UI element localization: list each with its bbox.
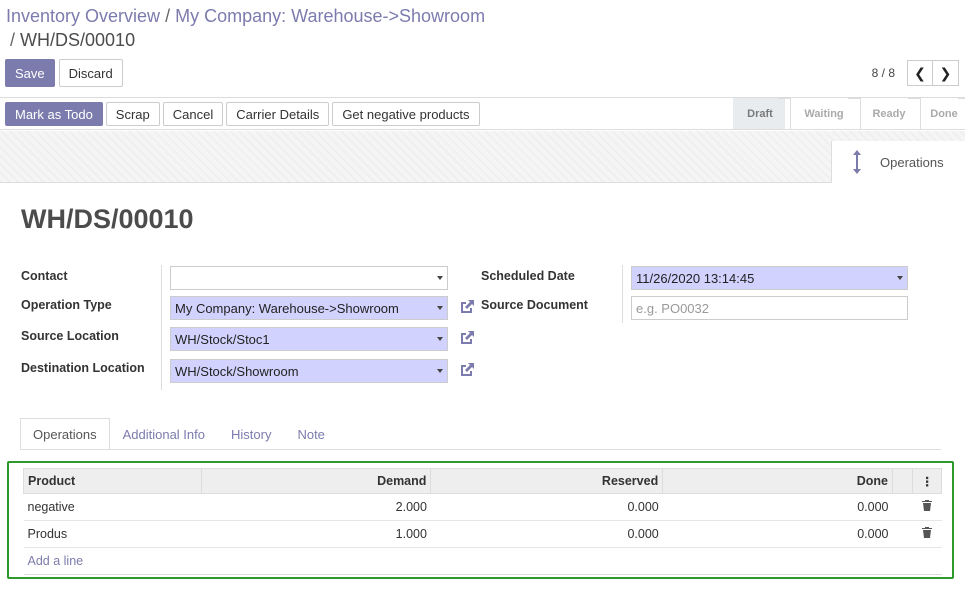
- contact-label: Contact: [21, 269, 68, 283]
- column-options-button[interactable]: ⋮: [912, 468, 942, 494]
- stage-label: Draft: [747, 107, 773, 120]
- form-actions: Save Discard: [5, 59, 123, 87]
- breadcrumb-inventory-overview[interactable]: Inventory Overview: [6, 6, 160, 26]
- sheet-background: [0, 131, 965, 183]
- scheduled-date-field[interactable]: 11/26/2020 13:14:45: [631, 266, 908, 290]
- tab-additional-info[interactable]: Additional Info: [110, 418, 218, 450]
- pager: 8 / 8 ❮ ❯: [872, 60, 959, 86]
- save-button[interactable]: Save: [5, 59, 55, 87]
- column-header-done[interactable]: Done: [662, 468, 893, 494]
- caret-down-icon: [437, 337, 443, 341]
- caret-down-icon: [437, 276, 443, 280]
- carrier-details-button[interactable]: Carrier Details: [226, 102, 330, 126]
- table-row[interactable]: Produs 1.000 0.000 0.000: [23, 520, 942, 548]
- cell-done: 0.000: [662, 493, 893, 521]
- tabs-divider: [20, 449, 941, 450]
- external-link-icon[interactable]: [458, 298, 476, 316]
- discard-button[interactable]: Discard: [58, 59, 123, 87]
- operation-type-value: My Company: Warehouse->Showroom: [175, 300, 399, 316]
- cell-demand: 1.000: [201, 520, 431, 548]
- caret-down-icon: [437, 306, 443, 310]
- stage-label: Waiting: [804, 107, 844, 120]
- tab-operations[interactable]: Operations: [20, 418, 110, 450]
- cell-reserved: 0.000: [430, 493, 663, 521]
- operation-type-field[interactable]: My Company: Warehouse->Showroom: [170, 296, 448, 320]
- scheduled-date-label: Scheduled Date: [481, 269, 575, 283]
- field-separator: [622, 265, 623, 323]
- table-header-row: Product Demand Reserved Done ⋮: [23, 468, 942, 494]
- vertical-ellipsis-icon: ⋮: [920, 474, 934, 489]
- column-header-reserved[interactable]: Reserved: [430, 468, 664, 494]
- cell-done: 0.000: [662, 520, 893, 548]
- column-header-product[interactable]: Product: [23, 468, 202, 494]
- column-header-spacer: [891, 468, 914, 494]
- source-document-placeholder: e.g. PO0032: [636, 300, 709, 316]
- destination-location-label: Destination Location: [21, 361, 145, 375]
- stage-label: Ready: [872, 107, 906, 120]
- caret-down-icon: [437, 369, 443, 373]
- arrows-v-icon: [853, 150, 861, 174]
- stage-done: Done: [915, 98, 965, 129]
- get-negative-products-button[interactable]: Get negative products: [332, 102, 480, 126]
- cell-spacer: [892, 520, 913, 548]
- cell-demand: 2.000: [201, 493, 431, 521]
- cell-reserved: 0.000: [430, 520, 663, 548]
- pager-value[interactable]: 8 / 8: [872, 66, 895, 80]
- source-location-field[interactable]: WH/Stock/Stoc1: [170, 327, 448, 351]
- stage-pipeline: Draft Waiting Ready Done: [733, 98, 965, 129]
- stage-waiting: Waiting: [785, 98, 855, 129]
- delete-row-button[interactable]: [912, 520, 942, 548]
- chevron-right-icon: ❯: [939, 64, 952, 81]
- column-header-demand[interactable]: Demand: [200, 468, 432, 494]
- delete-row-button[interactable]: [912, 493, 942, 521]
- stage-ready: Ready: [855, 98, 915, 129]
- pager-previous-button[interactable]: ❮: [907, 60, 933, 86]
- mark-as-todo-button[interactable]: Mark as Todo: [5, 102, 103, 126]
- add-line-row: Add a line: [23, 547, 942, 575]
- operations-table: Product Demand Reserved Done ⋮ negative …: [23, 468, 942, 575]
- operations-smart-button-label: Operations: [880, 154, 944, 170]
- chevron-left-icon: ❮: [914, 64, 926, 81]
- add-line-link[interactable]: Add a line: [28, 554, 84, 568]
- cell-spacer: [892, 493, 913, 521]
- cell-product: Produs: [23, 520, 202, 548]
- cell-product: negative: [23, 493, 202, 521]
- scrap-button[interactable]: Scrap: [105, 102, 160, 126]
- status-actions: Mark as Todo Scrap Cancel Carrier Detail…: [5, 102, 480, 126]
- contact-field[interactable]: [170, 266, 448, 290]
- status-bar: Mark as Todo Scrap Cancel Carrier Detail…: [0, 97, 965, 130]
- breadcrumb-separator: /: [10, 30, 16, 50]
- operation-type-label: Operation Type: [21, 298, 112, 312]
- tab-note[interactable]: Note: [284, 418, 337, 450]
- trash-icon: [922, 500, 933, 511]
- operations-smart-button[interactable]: Operations: [831, 141, 965, 183]
- stage-label: Done: [930, 107, 958, 120]
- external-link-icon[interactable]: [458, 361, 476, 379]
- breadcrumb-separator: /: [165, 6, 171, 26]
- record-title: WH/DS/00010: [21, 204, 194, 234]
- breadcrumb: Inventory Overview / My Company: Warehou…: [6, 4, 485, 52]
- tab-history[interactable]: History: [218, 418, 284, 450]
- destination-location-field[interactable]: WH/Stock/Showroom: [170, 359, 448, 383]
- breadcrumb-operation-type[interactable]: My Company: Warehouse->Showroom: [175, 6, 485, 26]
- cancel-button[interactable]: Cancel: [162, 102, 224, 126]
- source-location-value: WH/Stock/Stoc1: [175, 331, 270, 347]
- scheduled-date-value: 11/26/2020 13:14:45: [636, 270, 755, 286]
- operations-table-highlight: Product Demand Reserved Done ⋮ negative …: [7, 461, 954, 579]
- notebook-tabs: Operations Additional Info History Note: [20, 418, 338, 450]
- caret-down-icon: [897, 276, 903, 280]
- table-row[interactable]: negative 2.000 0.000 0.000: [23, 493, 942, 521]
- source-document-label: Source Document: [481, 298, 588, 312]
- breadcrumb-current: WH/DS/00010: [20, 30, 136, 50]
- source-location-label: Source Location: [21, 329, 119, 343]
- external-link-icon[interactable]: [458, 329, 476, 347]
- pager-next-button[interactable]: ❯: [933, 60, 959, 86]
- trash-icon: [922, 527, 933, 538]
- source-document-input[interactable]: e.g. PO0032: [631, 296, 908, 320]
- field-separator: [161, 265, 162, 390]
- destination-location-value: WH/Stock/Showroom: [175, 363, 299, 379]
- stage-draft: Draft: [733, 98, 785, 129]
